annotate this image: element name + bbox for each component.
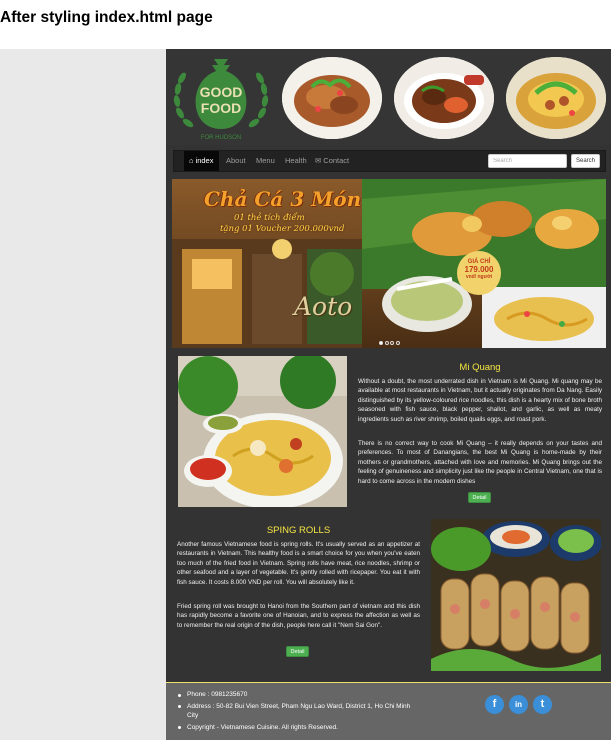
search-input[interactable] <box>488 154 567 168</box>
site-header: GOOD FOOD FOR HUDSON <box>166 49 611 145</box>
promo-line-2: tặng 01 Voucher 200.000vnd <box>220 224 345 234</box>
nav-item-label: Health <box>285 156 307 165</box>
mi-quang-image <box>178 356 347 507</box>
mi-quang-detail-button[interactable]: Detail <box>468 492 491 503</box>
nav-item-label: index <box>195 156 214 165</box>
price-value: 179.000 <box>464 265 494 274</box>
site-footer: Phone : 0981235670 Address : 50-82 Bui V… <box>166 682 611 740</box>
facebook-icon[interactable]: f <box>485 695 504 714</box>
nav-item-about[interactable]: About <box>226 151 246 171</box>
nav-item-label: About <box>226 156 246 165</box>
spring-rolls-title: SPING ROLLS <box>266 525 331 536</box>
footer-info-list: Phone : 0981235670 Address : 50-82 Bui V… <box>177 690 412 732</box>
carousel-indicators <box>379 332 401 348</box>
footer-copyright: Copyright - Vietnamese Cuisine. All righ… <box>177 723 412 733</box>
nav-item-menu[interactable]: Menu <box>256 151 275 171</box>
right-margin <box>611 49 615 740</box>
promo-title: Chả Cá 3 Món <box>204 187 362 211</box>
spring-rolls-paragraph-1: Another famous Vietnamese food is spring… <box>177 541 420 586</box>
footer-address: Address : 50-82 Bui Vien Street, Pham Ng… <box>177 702 412 721</box>
price-label: GIÁ CHỈ <box>467 259 491 265</box>
header-dish-image-3 <box>506 57 606 139</box>
carousel-dot[interactable] <box>395 341 400 345</box>
carousel-dot[interactable] <box>379 341 383 345</box>
logo-text-good: GOOD <box>200 84 243 100</box>
header-dish-image-1 <box>282 57 382 139</box>
document-title: After styling index.html page <box>0 9 213 26</box>
carousel-dot[interactable] <box>384 341 389 345</box>
left-margin <box>0 49 166 740</box>
mi-quang-paragraph-2: There is no correct way to cook Mi Quang… <box>358 440 602 485</box>
header-dish-image-2 <box>394 57 494 139</box>
mi-quang-paragraph-1: Without a doubt, the most underrated dis… <box>358 378 602 423</box>
price-badge: GIÁ CHỈ 179.000 vnd/ người <box>457 251 501 295</box>
logo-text-food: FOOD <box>201 100 241 116</box>
promo-carousel[interactable]: Chả Cá 3 Món 01 thẻ tích điểm tặng 01 Vo… <box>172 179 606 348</box>
envelope-icon: ✉ <box>315 156 322 165</box>
nav-item-index[interactable]: ⌂ index <box>184 151 220 171</box>
carousel-dot[interactable] <box>390 341 394 345</box>
home-icon: ⌂ <box>189 156 194 165</box>
spring-rolls-image <box>431 519 601 671</box>
nav-item-contact[interactable]: ✉ Contact <box>315 151 349 171</box>
nav-item-label: Contact <box>323 156 350 165</box>
spring-rolls-paragraph-2: Fried spring roll was brought to Hanoi f… <box>177 603 420 629</box>
restaurant-sign: Aoto <box>294 292 353 321</box>
nav-item-health[interactable]: Health <box>285 151 307 171</box>
navbar: ⌂ index About Menu Health ✉ Contact Search <box>173 150 606 172</box>
spring-rolls-detail-button[interactable]: Detail <box>286 646 309 657</box>
nav-item-label: Menu <box>256 156 275 165</box>
logo-text-tagline: FOR HUDSON <box>201 135 241 141</box>
linkedin-icon[interactable]: in <box>509 695 528 714</box>
twitter-icon[interactable]: t <box>533 695 552 714</box>
good-food-logo[interactable]: GOOD FOOD FOR HUDSON <box>172 55 270 143</box>
promo-line-1: 01 thẻ tích điểm <box>234 213 305 223</box>
footer-phone: Phone : 0981235670 <box>177 690 412 700</box>
website-page: GOOD FOOD FOR HUDSON ⌂ index About Menu … <box>166 49 611 740</box>
search-button[interactable]: Search <box>571 154 600 168</box>
price-unit: vnd/ người <box>465 274 493 280</box>
mi-quang-title: Mi Quang <box>459 362 501 373</box>
